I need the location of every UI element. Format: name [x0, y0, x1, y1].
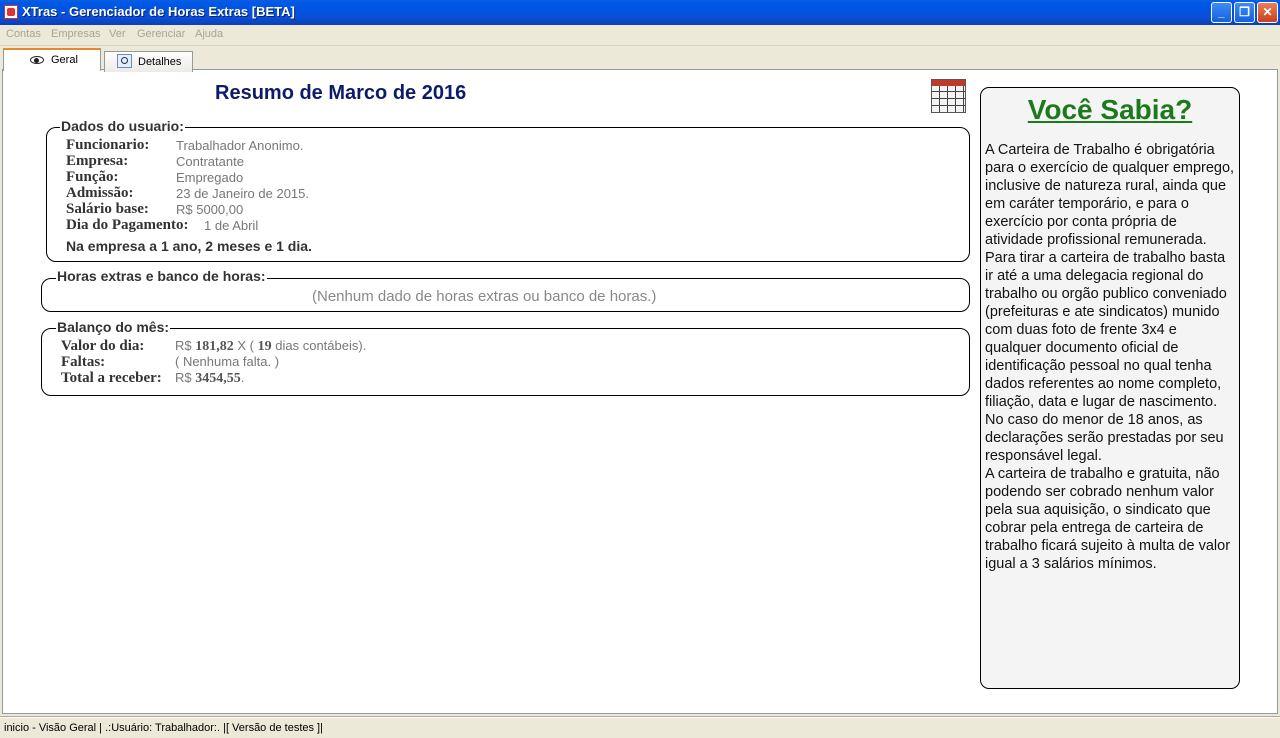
status-text: inicio - Visão Geral | .:Usuário: Trabal…: [4, 722, 323, 734]
tenure-text: Na empresa a 1 ano, 2 meses e 1 dia.: [66, 238, 312, 254]
day-value-label: Valor do dia:: [61, 338, 145, 354]
page-title: Resumo de Marco de 2016: [215, 82, 467, 104]
did-you-know-text: A Carteira de Trabalho é obrigatória par…: [985, 141, 1237, 573]
close-button[interactable]: ✕: [1257, 2, 1278, 23]
payday-label: Dia do Pagamento:: [66, 217, 189, 233]
tab-geral-label: Geral: [51, 54, 78, 66]
menu-contas[interactable]: Contas: [6, 28, 41, 40]
day-value: R$ 181,82 X ( 19 dias contábeis).: [175, 338, 367, 354]
did-you-know-paragraph: A Carteira de Trabalho é obrigatória par…: [985, 142, 1235, 248]
tab-geral[interactable]: Geral: [3, 48, 101, 71]
menu-ajuda[interactable]: Ajuda: [195, 28, 223, 40]
overtime-legend: Horas extras e banco de horas:: [56, 268, 267, 284]
base-salary-value: R$ 5000,00: [176, 202, 244, 217]
admission-value: 23 de Janeiro de 2015.: [176, 186, 309, 201]
user-data-legend: Dados do usuario:: [60, 118, 185, 134]
company-value: Contratante: [176, 154, 244, 169]
window-title: XTras - Gerenciador de Horas Extras [BET…: [22, 4, 295, 19]
eye-icon: [30, 56, 44, 64]
tab-detalhes[interactable]: Detalhes: [104, 51, 193, 72]
did-you-know-paragraph: A carteira de trabalho e gratuita, não p…: [985, 466, 1231, 572]
tab-detalhes-label: Detalhes: [138, 56, 182, 68]
menu-empresas[interactable]: Empresas: [51, 28, 101, 40]
absences-value: ( Nenhuma falta. ): [175, 354, 280, 369]
magnifier-document-icon: [117, 54, 132, 68]
company-label: Empresa:: [66, 153, 129, 169]
absences-label: Faltas:: [61, 354, 106, 370]
menu-gerenciar[interactable]: Gerenciar: [137, 28, 185, 40]
role-label: Função:: [66, 169, 119, 185]
minimize-button[interactable]: _: [1211, 2, 1232, 23]
total-label: Total a receber:: [61, 370, 162, 386]
title-bar: XTras - Gerenciador de Horas Extras [BET…: [0, 0, 1280, 25]
role-value: Empregado: [176, 170, 244, 185]
maximize-button[interactable]: ❐: [1234, 2, 1255, 23]
employee-value: Trabalhador Anonimo.: [176, 138, 304, 153]
menu-ver[interactable]: Ver: [109, 28, 126, 40]
status-bar: inicio - Visão Geral | .:Usuário: Trabal…: [0, 717, 1280, 738]
did-you-know-title: Você Sabia?: [1027, 94, 1193, 125]
base-salary-label: Salário base:: [66, 201, 149, 217]
overtime-empty-message: (Nenhum dado de horas extras ou banco de…: [312, 288, 657, 305]
calendar-icon[interactable]: [931, 79, 966, 113]
admission-label: Admissão:: [66, 185, 134, 201]
total-value: R$ 3454,55.: [175, 370, 245, 386]
employee-label: Funcionario:: [66, 137, 150, 153]
app-icon[interactable]: [4, 5, 18, 19]
did-you-know-box: Você Sabia? A Carteira de Trabalho é obr…: [980, 87, 1240, 689]
payday-value: 1 de Abril: [204, 218, 259, 233]
did-you-know-paragraph: No caso do menor de 18 anos, as declaraç…: [985, 412, 1224, 464]
did-you-know-paragraph: Para tirar a carteira de trabalho basta …: [985, 250, 1227, 410]
balance-legend: Balanço do mês:: [56, 319, 171, 335]
menu-bar: Contas Empresas Ver Gerenciar Ajuda: [0, 25, 1280, 46]
